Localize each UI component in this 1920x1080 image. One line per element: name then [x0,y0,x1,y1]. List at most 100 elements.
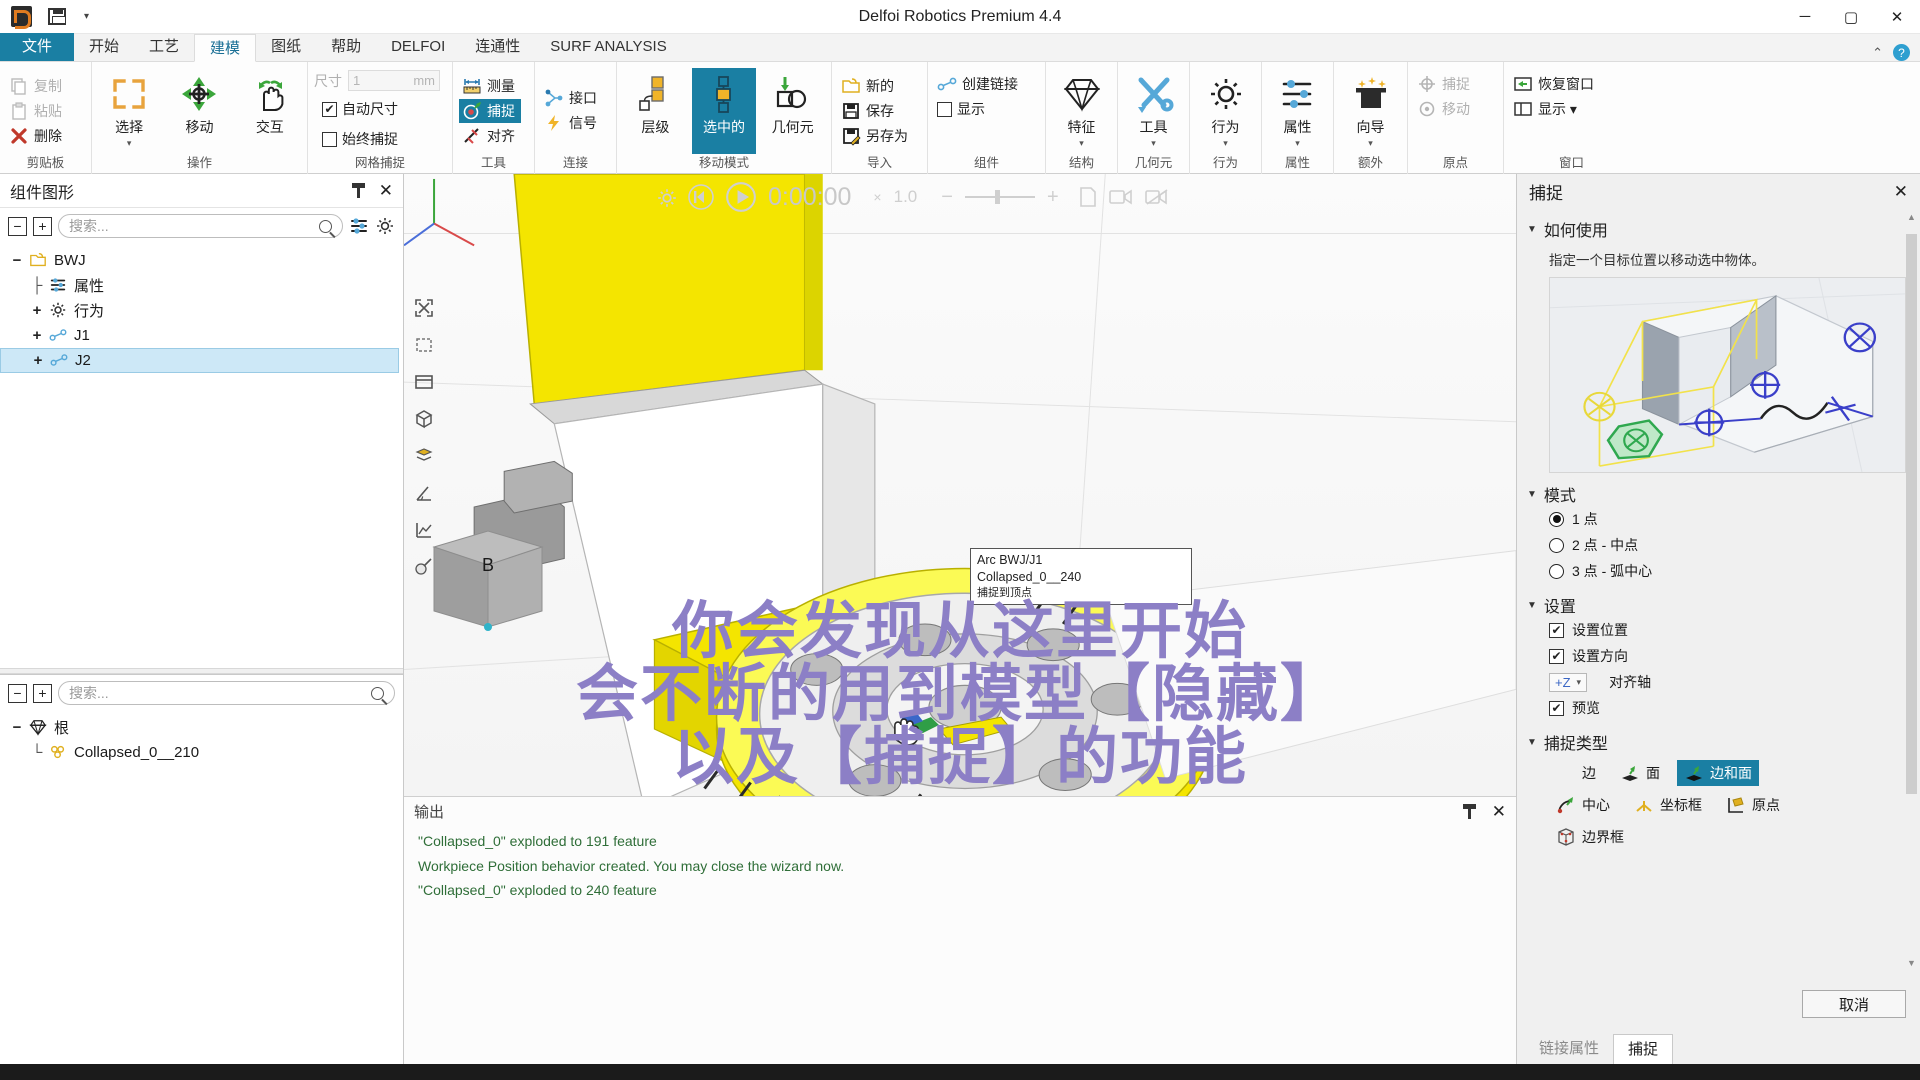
origin-move-button[interactable]: 移动 [1414,97,1476,121]
select-rect-icon[interactable] [410,331,438,359]
tree-row-bwj[interactable]: − BWJ [0,248,403,273]
collapse-ribbon-icon[interactable]: ⌃ [1872,45,1883,61]
tab-connectivity[interactable]: 连通性 [460,33,535,61]
rewind-icon[interactable] [688,184,714,210]
setting-orientation-row[interactable]: ✔ 设置方向 [1527,643,1906,669]
expander-icon[interactable]: − [10,252,24,269]
help-icon[interactable]: ? [1893,44,1910,61]
tab-drawing[interactable]: 图纸 [256,33,316,61]
view-layers-icon[interactable] [410,442,438,470]
select-tool-button[interactable]: 选择 ▾ [98,68,160,154]
mode-radio-2point[interactable] [1549,537,1564,553]
show-component-checkbox[interactable] [937,101,952,117]
mode-radio-1point-row[interactable]: 1 点 [1527,506,1906,532]
expander-icon[interactable]: + [30,327,44,344]
mode-radio-1point[interactable] [1549,511,1564,527]
tab-modeling[interactable]: 建模 [194,34,257,62]
snap-type-frame-button[interactable]: 坐标框 [1627,792,1709,818]
tab-delfoi[interactable]: DELFOI [376,33,460,61]
behaviour-dropdown-caret-icon[interactable]: ▾ [1223,138,1228,147]
speed-increase-button[interactable]: + [1047,186,1059,209]
fit-view-icon[interactable] [410,294,438,322]
speed-decrease-button[interactable]: − [941,186,953,209]
grid-size-input[interactable]: 1 mm [348,70,440,91]
wizard-dropdown-caret-icon[interactable]: ▾ [1368,138,1373,147]
create-link-button[interactable]: 创建链接 [934,72,1024,96]
restore-window-button[interactable]: 恢复窗口 [1510,72,1600,96]
wizard-button[interactable]: 向导 ▾ [1340,68,1401,154]
tab-help[interactable]: 帮助 [316,33,376,61]
snap-type-face-button[interactable]: 面 [1613,760,1667,786]
speed-slider[interactable] [964,189,1035,205]
snap-type-origin-button[interactable]: 原点 [1719,792,1787,818]
view-box-icon[interactable] [410,405,438,433]
tree-row-root[interactable]: − 根 [0,715,403,740]
snap-type-boundingbox-button[interactable]: 边界框 [1549,824,1631,850]
tab-snap[interactable]: 捕捉 [1613,1034,1674,1064]
tab-link-properties[interactable]: 链接属性 [1525,1034,1613,1064]
expand-all-button[interactable]: + [33,216,52,236]
pin-icon[interactable] [351,183,365,198]
tree-row-j1[interactable]: + J1 [0,323,403,348]
gear-icon[interactable] [375,216,395,236]
preview-row[interactable]: ✔ 预览 [1527,695,1906,721]
gear-icon[interactable] [656,187,676,207]
scrollbar-thumb[interactable] [1906,234,1917,794]
measure-chart-icon[interactable] [410,516,438,544]
tree-row-j2[interactable]: + J2 [0,348,399,373]
pin-icon[interactable] [1462,803,1476,819]
view-orientation-cube[interactable]: B [422,519,554,639]
color-picker-icon[interactable] [410,553,438,581]
minimize-button[interactable]: ─ [1782,0,1828,34]
camera-icon[interactable] [1108,188,1133,206]
section-snaptype[interactable]: ▼ 捕捉类型 [1527,730,1906,754]
tree-row-behaviour[interactable]: + 行为 [0,298,403,323]
app-logo-icon[interactable] [8,4,34,30]
preview-checkbox[interactable]: ✔ [1549,700,1564,716]
expand-all-button-lower[interactable]: + [33,683,52,703]
hierarchy-mode-button[interactable]: 层级 [623,68,688,154]
filter-icon[interactable] [349,216,369,236]
selected-mode-button[interactable]: 选中的 [691,67,757,154]
tab-surf-analysis[interactable]: SURF ANALYSIS [535,33,681,61]
origin-snap-button[interactable]: 捕捉 [1414,72,1476,96]
feature-search-input[interactable]: 搜索... [58,681,395,705]
move-tool-button[interactable]: 移动 [168,68,230,154]
collapse-all-button-lower[interactable]: − [8,683,27,703]
select-dropdown-caret-icon[interactable]: ▾ [127,138,132,147]
record-icon[interactable] [1144,188,1169,206]
geometry-mode-button[interactable]: 几何元 [760,68,825,154]
properties-dropdown-caret-icon[interactable]: ▾ [1295,138,1300,147]
tools-dropdown-caret-icon[interactable]: ▾ [1151,138,1156,147]
expander-icon[interactable]: + [31,352,45,369]
close-icon[interactable]: ✕ [379,182,393,199]
tree-row-properties[interactable]: ├ 属性 [0,273,403,298]
customize-qat-caret-icon[interactable]: ▾ [80,11,93,22]
copy-button[interactable]: 复制 [6,74,68,98]
tab-home[interactable]: 开始 [74,33,134,61]
tools-button[interactable]: 工具 ▾ [1124,68,1183,154]
view-2d-icon[interactable] [410,368,438,396]
interface-button[interactable]: 接口 [541,86,603,110]
setting-position-row[interactable]: ✔ 设置位置 [1527,617,1906,643]
behaviour-button[interactable]: 行为 ▾ [1196,68,1255,154]
save-as-button[interactable]: 另存为 [838,124,914,148]
play-icon[interactable] [726,182,756,212]
viewport-canvas[interactable]: B 0:00:00 × 1.0 − + Arc BWJ/J1 Collapsed… [404,174,1516,1064]
snap-type-edge-face-button[interactable]: 边和面 [1677,760,1759,786]
auto-size-checkbox[interactable]: ✔ [322,101,337,117]
save-icon[interactable] [44,4,70,30]
snap-type-edge-button[interactable]: 边 [1549,760,1603,786]
always-snap-checkbox[interactable] [322,131,337,147]
delete-button[interactable]: 删除 [6,124,68,148]
properties-button[interactable]: 属性 ▾ [1268,68,1327,154]
pdf-icon[interactable] [1079,187,1097,207]
close-button[interactable]: ✕ [1874,0,1920,34]
setting-position-checkbox[interactable]: ✔ [1549,622,1564,638]
snap-button[interactable]: 捕捉 [459,98,521,123]
expander-icon[interactable]: − [10,719,24,736]
paste-button[interactable]: 粘贴 [6,99,68,123]
right-panel-scrollbar[interactable]: ▲ ▼ [1906,212,1917,972]
close-icon[interactable]: ✕ [1894,183,1908,200]
mode-radio-2point-row[interactable]: 2 点 - 中点 [1527,532,1906,558]
